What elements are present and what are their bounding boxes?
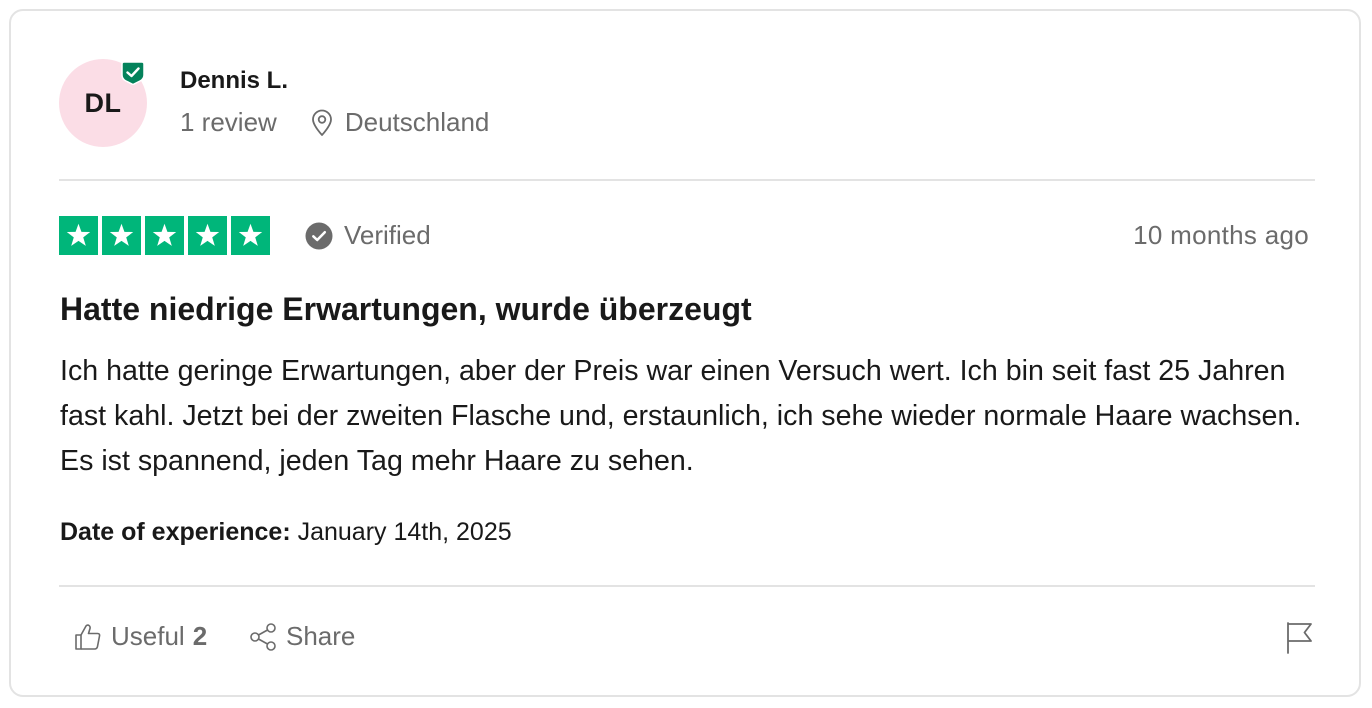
useful-button[interactable]: Useful 2 xyxy=(73,621,207,652)
date-of-experience: Date of experience: January 14th, 2025 xyxy=(60,518,512,547)
review-body: Ich hatte geringe Erwartungen, aber der … xyxy=(60,355,1302,477)
star-icon xyxy=(145,216,184,255)
useful-count: 2 xyxy=(192,621,208,651)
divider xyxy=(59,179,1315,181)
star-icon xyxy=(188,216,227,255)
verified-label[interactable]: Verified xyxy=(305,220,431,251)
star-icon xyxy=(102,216,141,255)
reviewer-meta: 1 review Deutschland xyxy=(180,107,489,138)
share-button[interactable]: Share xyxy=(248,621,355,652)
review-card: DL Dennis L. 1 review Deutschland Verifi… xyxy=(9,9,1361,697)
verified-text: Verified xyxy=(344,220,431,250)
star-icon xyxy=(231,216,270,255)
experience-label: Date of experience: xyxy=(60,518,291,546)
thumbs-up-icon xyxy=(75,623,101,650)
map-pin-icon xyxy=(311,109,332,136)
verified-badge-icon xyxy=(121,61,145,85)
check-circle-icon xyxy=(305,222,333,249)
star-rating xyxy=(59,216,270,255)
share-icon xyxy=(250,622,276,651)
flag-icon[interactable] xyxy=(1285,621,1315,655)
experience-date: January 14th, 2025 xyxy=(297,518,512,546)
divider xyxy=(59,585,1315,587)
review-title[interactable]: Hatte niedrige Erwartungen, wurde überze… xyxy=(60,291,752,328)
avatar-initials: DL xyxy=(84,87,122,118)
star-icon xyxy=(59,216,98,255)
share-label: Share xyxy=(286,621,356,651)
reviewer-location: Deutschland xyxy=(344,107,490,137)
review-count: 1 review xyxy=(180,107,277,137)
reviewer-name[interactable]: Dennis L. xyxy=(180,67,288,95)
useful-label: Useful xyxy=(111,621,185,651)
review-date: 10 months ago xyxy=(1133,220,1309,250)
